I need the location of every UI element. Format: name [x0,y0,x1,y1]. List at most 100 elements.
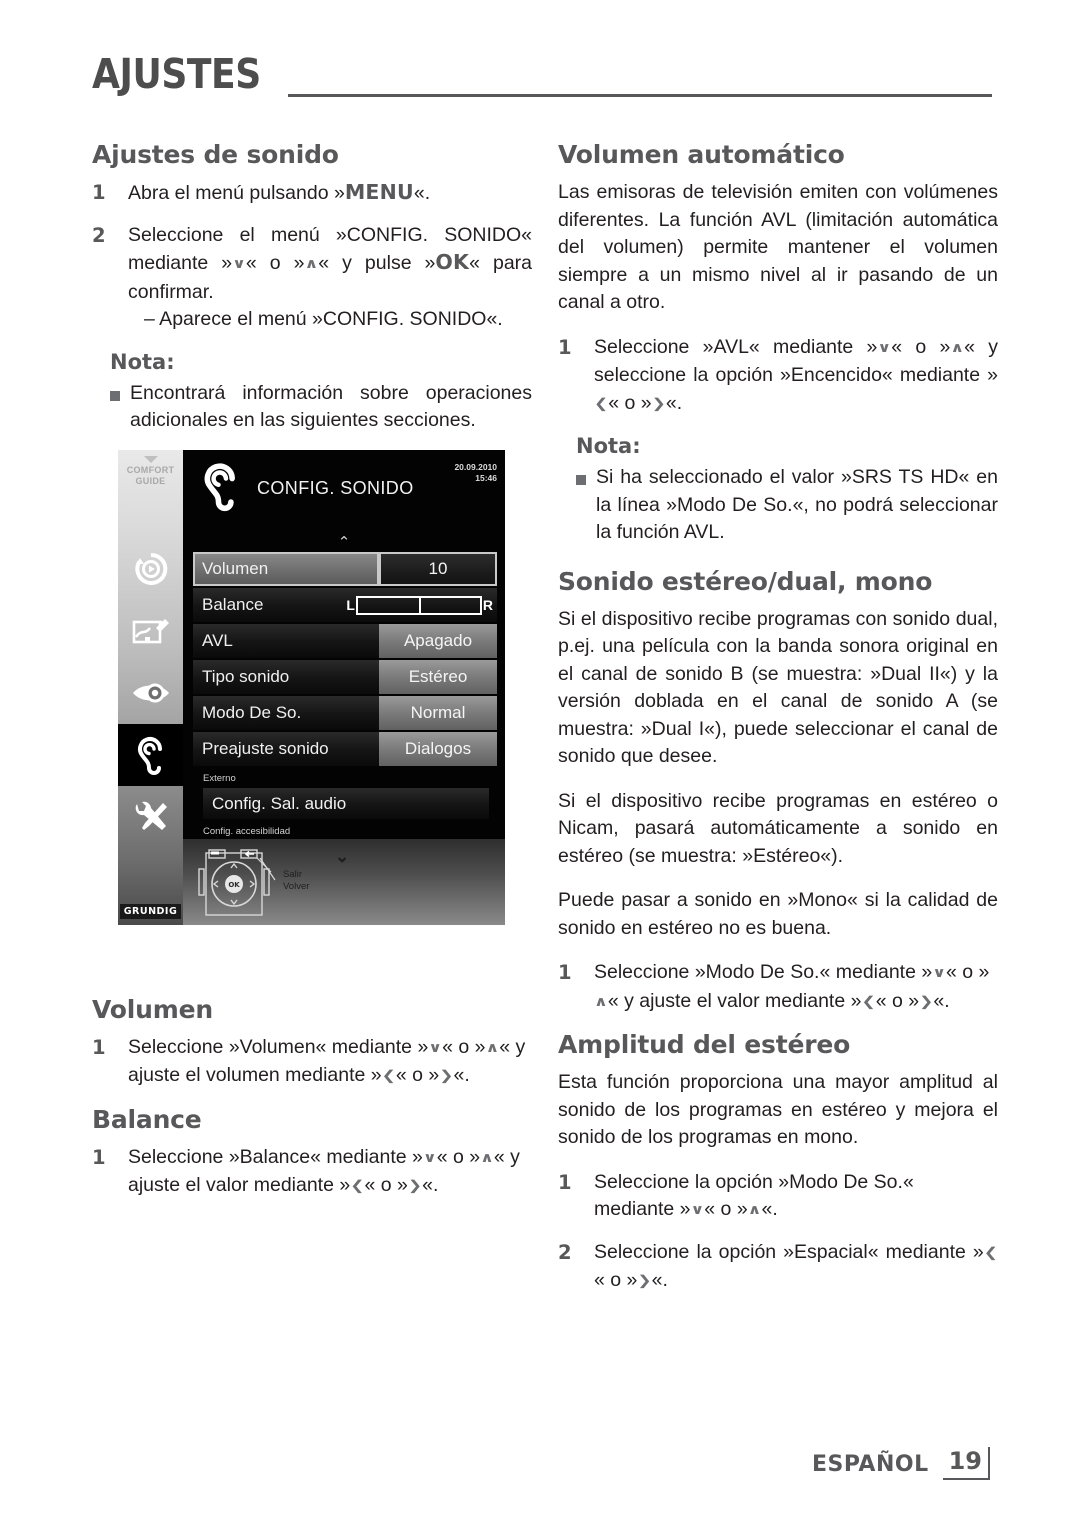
step-text: Seleccione la opción »Modo De So.« media… [594,1169,998,1225]
step-number: 2 [558,1240,572,1264]
page-footer: ESPAÑOL 19 [812,1447,990,1480]
arrow-down-icon: ∨ [428,1039,443,1056]
step-text: Seleccione »Modo De So.« mediante »∨« o … [594,959,998,1016]
step-number: 1 [92,1145,106,1169]
paragraph-nicam: Si el dispositivo recibe programas en es… [558,789,998,867]
sidebar-item-picture[interactable] [118,600,183,662]
step-text-part: Seleccione »Modo De So.« mediante » [594,961,933,983]
step-open-menu: 1 Abra el menú pulsando »MENU«. [92,179,532,208]
step-text-part: «. [665,391,683,414]
picture-settings-icon [132,619,169,644]
tv-row-value: 10 [379,552,497,586]
tv-brand-logo: GRUNDIG [118,901,183,919]
step-text-part: « o » [946,961,990,983]
sidebar-item-display[interactable] [118,662,183,724]
step-text-part: « o » [875,989,920,1012]
step-text: Seleccione »AVL« mediante »∨« o »∧« y se… [594,334,998,419]
step-text-part: « o » [364,1174,408,1196]
scroll-down-chevron-icon[interactable]: ⌄ [335,848,349,865]
tv-row-label: AVL [193,624,379,658]
step-text-part: «. [453,1064,470,1086]
tv-menu-screenshot: COMFORT GUIDE GRUNDIG CONFIG. SONIDO 20.… [118,450,505,925]
arrow-down-icon: ∨ [690,1202,705,1219]
header-rule [288,94,992,97]
note-title: Nota: [110,349,175,374]
comfort-guide-line2: GUIDE [135,476,166,486]
step-text-part: « o » [245,252,305,274]
note-block: Encontrará información sobre operaciones… [110,380,532,435]
step-text: Seleccione la opción »Espacial« mediante… [594,1239,998,1296]
heading-volumen-automatico: Volumen automático [558,140,845,169]
tv-row-preajuste-sonido[interactable]: Preajuste sonido Dialogos [193,732,497,766]
caret-up-icon [143,456,158,463]
step-modo-de-so: 1 Seleccione »Modo De So.« mediante »∨« … [558,959,998,1016]
step-text-part: « o » [704,1198,748,1220]
arrow-right-icon: ❯ [919,993,934,1010]
arrow-left-icon: ❮ [594,395,609,412]
tv-time: 15:46 [475,473,497,483]
arrow-up-icon: ∧ [304,256,319,273]
arrow-up-icon: ∧ [594,993,608,1010]
arrow-right-icon: ❯ [407,1178,423,1195]
tv-row-avl[interactable]: AVL Apagado [193,624,497,658]
wrench-screwdriver-icon [135,801,167,830]
tv-row-label: Volumen [193,552,379,586]
tv-menu-title-block: CONFIG. SONIDO [201,460,414,517]
step-text-part: Abra el menú pulsando » [128,182,345,204]
step-text-part: « o » [608,391,652,414]
sidebar-item-media[interactable] [118,538,183,600]
arrow-left-icon: ❮ [381,1068,396,1085]
key-ok: OK [435,250,470,274]
balance-bar[interactable] [355,595,482,615]
arrow-left-icon: ❮ [983,1244,998,1261]
tv-row-config-sal-audio[interactable]: Config. Sal. audio [203,788,489,819]
step-text: Seleccione »Volumen« mediante »∨« o »∧« … [128,1034,532,1091]
note-text: Si ha seleccionado el valor »SRS TS HD« … [596,466,998,543]
arrow-up-icon: ∧ [485,1039,500,1056]
chapter-title: AJUSTES [92,50,261,98]
arrow-up-icon: ∧ [950,339,965,356]
tv-row-volumen[interactable]: Volumen 10 [193,552,497,586]
tv-row-label: Tipo sonido [193,660,379,694]
arrow-up-icon: ∧ [480,1149,494,1166]
step-text-part: « o » [442,1035,486,1058]
note-title: Nota: [576,434,641,458]
step-text-part: « o » [436,1145,481,1168]
tv-date: 20.09.2010 [454,462,497,472]
arrow-right-icon: ❯ [637,1273,652,1290]
step-number: 1 [92,1035,106,1059]
eye-icon [132,683,169,703]
step-text-part: Seleccione »Volumen« mediante » [128,1035,429,1058]
step-text-part: «. [761,1198,778,1220]
scroll-up-chevron-icon[interactable]: ⌃ [338,535,351,550]
tv-help-bar: ⌄ OK Salir Volver [183,839,505,925]
step-text-part: Seleccione »Balance« mediante » [128,1145,423,1168]
tv-group-accesibilidad: Config. accesibilidad [203,826,291,837]
step-text-part: « o » [594,1269,638,1291]
bullet-square-icon [576,464,596,547]
note-text: Encontrará información sobre operaciones… [130,381,532,432]
comfort-guide-label: COMFORT GUIDE [118,465,183,487]
arrow-down-icon: ∨ [422,1149,437,1166]
step-text-part: Seleccione »AVL« mediante » [594,335,878,358]
tv-datetime: 20.09.2010 15:46 [454,462,497,484]
tv-row-tipo-sonido[interactable]: Tipo sonido Estéreo [193,660,497,694]
step-balance: 1 Seleccione »Balance« mediante »∨« o »∧… [92,1144,532,1201]
balance-slider[interactable]: L R [346,588,493,622]
step-text-part: « y ajuste el valor mediante » [607,989,862,1012]
step-volumen: 1 Seleccione »Volumen« mediante »∨« o »∧… [92,1034,532,1091]
tv-row-modo-de-so[interactable]: Modo De So. Normal [193,696,497,730]
sidebar-item-tools[interactable] [118,786,183,848]
step-text: Abra el menú pulsando »MENU«. [128,179,532,208]
heading-sonido-estereo-dual-mono: Sonido estéreo/dual, mono [558,566,933,596]
tv-row-balance[interactable]: Balance L R [193,588,497,622]
tv-row-value: Normal [379,696,497,730]
sidebar-item-sound[interactable] [118,724,183,786]
step-text-part: « o » [395,1064,440,1086]
step-number: 1 [558,335,572,359]
tv-menu-title: CONFIG. SONIDO [257,478,414,498]
balance-right-mark: R [482,597,493,613]
step-text-part: « o » [891,335,951,358]
note-block: Si ha seleccionado el valor »SRS TS HD« … [576,464,998,547]
heading-ajustes-de-sonido: Ajustes de sonido [92,140,339,169]
